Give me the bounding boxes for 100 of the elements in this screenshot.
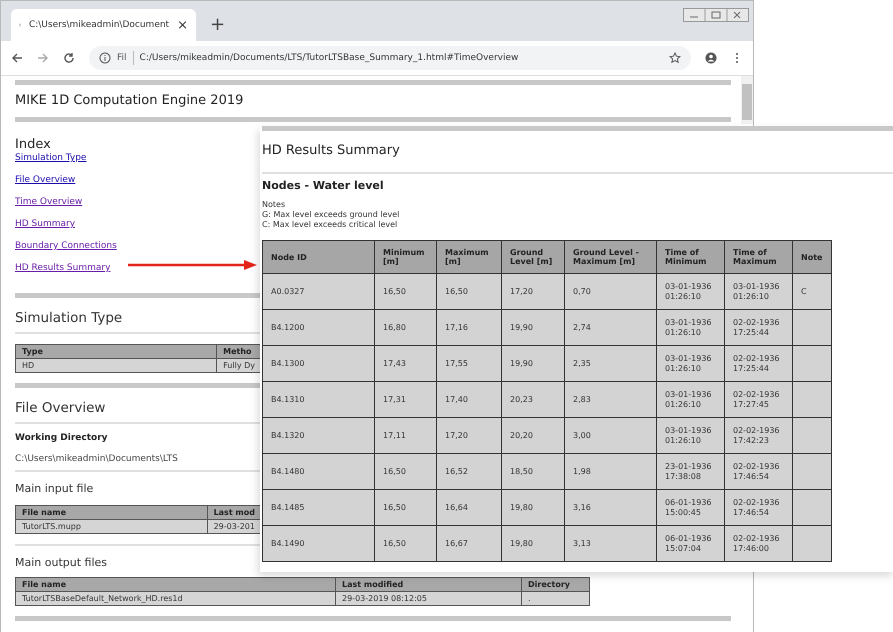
browser-tab[interactable]: C:\Users\mikeadmin\Document × xyxy=(11,9,196,41)
table-cell: 03-01-1936 01:26:10 xyxy=(656,418,724,454)
working-directory-label: Working Directory xyxy=(15,433,108,443)
account-icon[interactable] xyxy=(705,52,717,64)
column-header: Time of Maximum xyxy=(724,240,792,274)
table-cell: A0.0327 xyxy=(262,274,374,310)
section-heading: File Overview xyxy=(15,400,106,416)
table-cell: 02-02-1936 17:25:44 xyxy=(724,310,792,346)
table-cell: TutorLTSBaseDefault_Network_HD.res1d xyxy=(16,592,336,606)
table-cell: 17,16 xyxy=(436,310,502,346)
table-cell: 02-02-1936 17:27:45 xyxy=(724,382,792,418)
column-header: Type xyxy=(16,344,217,358)
panel-title: HD Results Summary xyxy=(262,142,401,160)
table-cell: 16,50 xyxy=(374,490,436,526)
table-cell: 16,50 xyxy=(374,454,436,490)
working-directory-path: C:\Users\mikeadmin\Documents\LTS xyxy=(15,454,178,464)
table-cell: C xyxy=(792,274,832,310)
table-cell: 19,80 xyxy=(502,526,564,562)
table-cell: . xyxy=(522,592,590,606)
column-header: Metho xyxy=(216,344,262,358)
index-heading: Index xyxy=(15,137,51,152)
back-icon[interactable] xyxy=(11,52,23,64)
reload-icon[interactable] xyxy=(63,52,75,64)
table-cell: B4.1480 xyxy=(262,454,374,490)
table-cell: 16,50 xyxy=(436,274,502,310)
scheme-label: Fil xyxy=(117,53,127,63)
subsection-heading: Main output files xyxy=(15,556,108,569)
column-header: Node ID xyxy=(262,240,374,274)
table-cell: 29-03-2019 08:12:05 xyxy=(336,592,522,606)
note-text: C: Max level exceeds critical level xyxy=(262,220,398,230)
table-cell: 02-02-1936 17:42:23 xyxy=(724,418,792,454)
column-header: File name xyxy=(16,506,208,520)
info-icon[interactable] xyxy=(99,52,111,64)
table-cell: B4.1485 xyxy=(262,490,374,526)
column-header: Time of Minimum xyxy=(656,240,724,274)
url-text: C:/Users/mikeadmin/Documents/LTS/TutorLTSBase_Summary_1.html#TimeOverview xyxy=(140,53,520,63)
table-cell: B4.1320 xyxy=(262,418,374,454)
table-cell: 20,23 xyxy=(502,382,564,418)
index-link[interactable]: HD Summary xyxy=(15,218,76,231)
table-title: Nodes - Water level xyxy=(262,179,385,192)
table-cell: 3,13 xyxy=(564,526,656,562)
table-cell: 03-01-1936 01:26:10 xyxy=(656,310,724,346)
table-cell: 0,70 xyxy=(564,274,656,310)
table-cell: 16,80 xyxy=(374,310,436,346)
address-bar[interactable]: Fil C:/Users/mikeadmin/Documents/LTS/TutorLTSBase_Summary_1.html#TimeOverview xyxy=(89,46,691,70)
column-header: Ground Level - Maximum [m] xyxy=(564,240,656,274)
column-header: Ground Level [m] xyxy=(502,240,564,274)
table-cell: 02-02-1936 17:46:00 xyxy=(724,526,792,562)
table-cell: HD xyxy=(16,358,217,372)
table-cell: 02-02-1936 17:46:54 xyxy=(724,490,792,526)
table-cell: 19,90 xyxy=(502,310,564,346)
subsection-heading: Main input file xyxy=(15,482,94,495)
new-tab-button[interactable]: + xyxy=(210,14,226,35)
index-link[interactable]: Time Overview xyxy=(15,196,82,209)
table-cell: 20,20 xyxy=(502,418,564,454)
table-cell: 16,52 xyxy=(436,454,502,490)
table-cell: 2,74 xyxy=(564,310,656,346)
table-cell: TutorLTS.mupp xyxy=(16,520,208,534)
index-link[interactable]: Boundary Connections xyxy=(15,240,117,253)
table-cell: 23-01-1936 17:38:08 xyxy=(656,454,724,490)
table-cell: 2,83 xyxy=(564,382,656,418)
table-cell: 06-01-1936 15:00:45 xyxy=(656,490,724,526)
close-tab-button[interactable]: × xyxy=(177,18,188,32)
table-cell: 16,50 xyxy=(374,274,436,310)
table-cell: 17,11 xyxy=(374,418,436,454)
index-link[interactable]: HD Results Summary xyxy=(15,262,110,275)
table-cell: 16,50 xyxy=(374,526,436,562)
table-cell: 03-01-1936 01:26:10 xyxy=(656,382,724,418)
section-heading: Simulation Type xyxy=(15,310,122,326)
window-controls[interactable] xyxy=(683,7,749,21)
table-cell: 06-01-1936 15:07:04 xyxy=(656,526,724,562)
table-cell: 2,35 xyxy=(564,346,656,382)
table-cell: 19,80 xyxy=(502,490,564,526)
table-cell: 17,20 xyxy=(436,418,502,454)
column-header: Minimum [m] xyxy=(374,240,436,274)
note-text: Notes xyxy=(262,200,286,210)
star-icon[interactable] xyxy=(669,52,681,64)
column-header: Maximum [m] xyxy=(436,240,502,274)
table-cell: 03-01-1936 01:26:10 xyxy=(724,274,792,310)
table-cell: 02-02-1936 17:46:54 xyxy=(724,454,792,490)
note-text: G: Max level exceeds ground level xyxy=(262,210,400,220)
table-cell: 3,16 xyxy=(564,490,656,526)
table-cell: 16,64 xyxy=(436,490,502,526)
table-cell: 17,20 xyxy=(502,274,564,310)
table-cell: B4.1200 xyxy=(262,310,374,346)
table-cell: B4.1300 xyxy=(262,346,374,382)
index-link[interactable]: Simulation Type xyxy=(15,152,86,165)
page-title: MIKE 1D Computation Engine 2019 xyxy=(15,92,244,110)
table-cell: 03-01-1936 01:26:10 xyxy=(656,346,724,382)
table-cell: 17,55 xyxy=(436,346,502,382)
table-cell: 02-02-1936 17:25:44 xyxy=(724,346,792,382)
column-header: Last modified xyxy=(336,578,522,592)
table-cell: 03-01-1936 01:26:10 xyxy=(656,274,724,310)
table-cell: B4.1490 xyxy=(262,526,374,562)
table-cell: 17,40 xyxy=(436,382,502,418)
index-link[interactable]: File Overview xyxy=(15,174,76,187)
table-cell: 17,31 xyxy=(374,382,436,418)
column-header: Note xyxy=(792,240,832,274)
scrollbar[interactable] xyxy=(741,76,753,124)
table-cell: 18,50 xyxy=(502,454,564,490)
